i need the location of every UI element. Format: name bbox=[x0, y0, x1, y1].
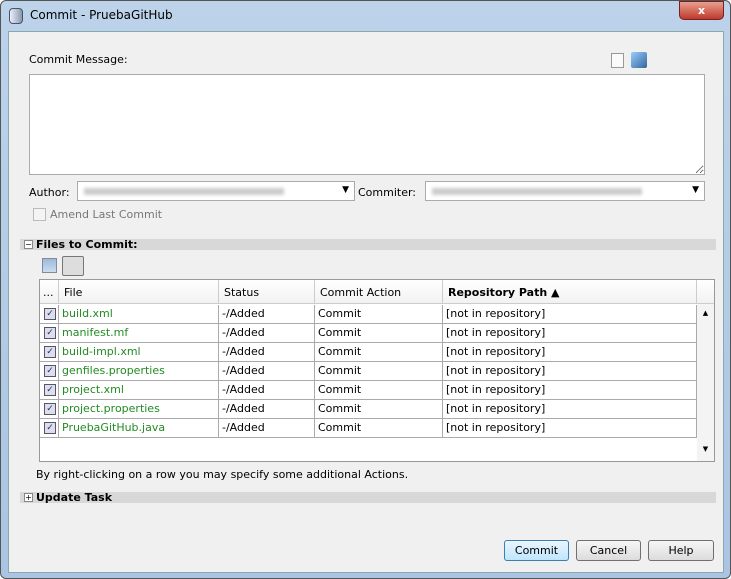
dialog-body: Commit Message: Author: ▼ Commiter: ▼ Am… bbox=[8, 31, 724, 573]
table-row[interactable]: ✓ genfiles.properties -/Added Commit [no… bbox=[40, 362, 697, 381]
author-combo[interactable]: ▼ bbox=[77, 181, 355, 201]
commit-dialog: Commit - PruebaGitHub x Commit Message: … bbox=[0, 0, 731, 579]
include-checkbox[interactable]: ✓ bbox=[44, 346, 56, 358]
table-row[interactable]: ✓ project.properties -/Added Commit [not… bbox=[40, 400, 697, 419]
status-cell: -/Added bbox=[219, 362, 315, 381]
table-row[interactable]: ✓ build.xml -/Added Commit [not in repos… bbox=[40, 305, 697, 324]
commit-action-cell[interactable]: Commit bbox=[315, 419, 443, 438]
commit-action-cell[interactable]: Commit bbox=[315, 305, 443, 324]
file-cell: build.xml bbox=[59, 305, 219, 324]
update-task-header[interactable]: + Update Task bbox=[20, 492, 716, 503]
collapse-icon[interactable]: − bbox=[24, 240, 33, 249]
include-checkbox[interactable]: ✓ bbox=[44, 365, 56, 377]
repository-path-cell: [not in repository] bbox=[443, 381, 697, 400]
status-cell: -/Added bbox=[219, 381, 315, 400]
commit-button[interactable]: Commit bbox=[504, 540, 569, 561]
committer-label: Commiter: bbox=[358, 186, 417, 199]
checkbox-cell: ✓ bbox=[40, 305, 59, 324]
commit-message-input[interactable] bbox=[29, 74, 705, 175]
status-cell: -/Added bbox=[219, 324, 315, 343]
file-cell: PruebaGitHub.java bbox=[59, 419, 219, 438]
tree-view-icon[interactable] bbox=[42, 258, 57, 273]
file-cell: manifest.mf bbox=[59, 324, 219, 343]
repository-path-cell: [not in repository] bbox=[443, 400, 697, 419]
commit-action-cell[interactable]: Commit bbox=[315, 400, 443, 419]
list-view-icon[interactable] bbox=[62, 256, 84, 276]
amend-checkbox[interactable] bbox=[33, 208, 46, 221]
hint-text: By right-clicking on a row you may speci… bbox=[36, 468, 409, 481]
checkbox-cell: ✓ bbox=[40, 419, 59, 438]
table-row[interactable]: ✓ PruebaGitHub.java -/Added Commit [not … bbox=[40, 419, 697, 438]
chevron-down-icon: ▼ bbox=[692, 185, 699, 195]
column-header-repository-path[interactable]: Repository Path ▲ bbox=[443, 280, 697, 304]
chevron-down-icon: ▼ bbox=[342, 185, 349, 195]
help-button[interactable]: Help bbox=[648, 540, 714, 561]
files-section-title: Files to Commit: bbox=[36, 238, 138, 251]
include-checkbox[interactable]: ✓ bbox=[44, 422, 56, 434]
recent-messages-icon[interactable] bbox=[611, 53, 624, 68]
include-checkbox[interactable]: ✓ bbox=[44, 403, 56, 415]
repository-path-cell: [not in repository] bbox=[443, 305, 697, 324]
repository-path-cell: [not in repository] bbox=[443, 419, 697, 438]
files-table: ... File Status Commit Action Repository… bbox=[39, 279, 715, 462]
commit-action-cell[interactable]: Commit bbox=[315, 381, 443, 400]
cancel-button[interactable]: Cancel bbox=[576, 540, 641, 561]
table-row[interactable]: ✓ project.xml -/Added Commit [not in rep… bbox=[40, 381, 697, 400]
vertical-scrollbar[interactable]: ▲ ▼ bbox=[697, 304, 714, 461]
window-title: Commit - PruebaGitHub bbox=[30, 8, 173, 22]
commit-message-label: Commit Message: bbox=[29, 53, 128, 66]
amend-label: Amend Last Commit bbox=[50, 208, 163, 221]
update-section-title: Update Task bbox=[36, 491, 113, 504]
table-row[interactable]: ✓ build-impl.xml -/Added Commit [not in … bbox=[40, 343, 697, 362]
commit-action-cell[interactable]: Commit bbox=[315, 362, 443, 381]
expand-icon[interactable]: + bbox=[24, 493, 33, 502]
title-bar: Commit - PruebaGitHub x bbox=[1, 1, 730, 31]
checkbox-cell: ✓ bbox=[40, 343, 59, 362]
files-to-commit-header[interactable]: − Files to Commit: bbox=[20, 239, 716, 250]
file-cell: build-impl.xml bbox=[59, 343, 219, 362]
file-cell: genfiles.properties bbox=[59, 362, 219, 381]
file-cell: project.properties bbox=[59, 400, 219, 419]
checkbox-cell: ✓ bbox=[40, 381, 59, 400]
repository-path-cell: [not in repository] bbox=[443, 324, 697, 343]
status-cell: -/Added bbox=[219, 343, 315, 362]
status-cell: -/Added bbox=[219, 305, 315, 324]
include-checkbox[interactable]: ✓ bbox=[44, 308, 56, 320]
close-button[interactable]: x bbox=[679, 1, 724, 20]
column-header-commit-action[interactable]: Commit Action bbox=[315, 280, 443, 304]
checkbox-cell: ✓ bbox=[40, 362, 59, 381]
column-header-options[interactable]: ... bbox=[40, 280, 59, 304]
checkbox-cell: ✓ bbox=[40, 324, 59, 343]
include-checkbox[interactable]: ✓ bbox=[44, 327, 56, 339]
committer-combo[interactable]: ▼ bbox=[425, 181, 705, 201]
app-icon bbox=[9, 8, 23, 24]
include-checkbox[interactable]: ✓ bbox=[44, 384, 56, 396]
load-template-icon[interactable] bbox=[631, 52, 647, 68]
column-header-status[interactable]: Status bbox=[219, 280, 315, 304]
checkbox-cell: ✓ bbox=[40, 400, 59, 419]
file-cell: project.xml bbox=[59, 381, 219, 400]
status-cell: -/Added bbox=[219, 419, 315, 438]
commit-action-cell[interactable]: Commit bbox=[315, 324, 443, 343]
table-row[interactable]: ✓ manifest.mf -/Added Commit [not in rep… bbox=[40, 324, 697, 343]
status-cell: -/Added bbox=[219, 400, 315, 419]
column-header-file[interactable]: File bbox=[59, 280, 219, 304]
commit-action-cell[interactable]: Commit bbox=[315, 343, 443, 362]
header-filler bbox=[697, 280, 714, 304]
author-label: Author: bbox=[29, 186, 70, 199]
repository-path-cell: [not in repository] bbox=[443, 362, 697, 381]
repository-path-cell: [not in repository] bbox=[443, 343, 697, 362]
